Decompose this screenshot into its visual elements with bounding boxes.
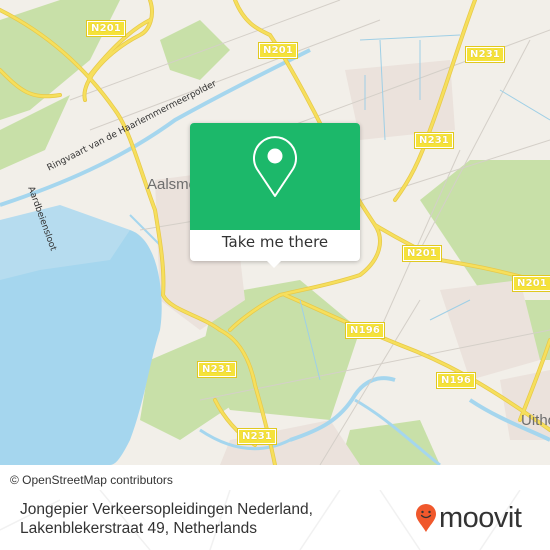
road-shield-n231: N231 — [464, 46, 506, 63]
moovit-logo[interactable]: moovit — [415, 502, 522, 534]
road-shield-n201: N201 — [85, 20, 127, 37]
moovit-wordmark: moovit — [439, 502, 522, 534]
location-address: Jongepier Verkeersopleidingen Nederland,… — [20, 500, 313, 538]
road-shield-n201: N201 — [511, 275, 550, 292]
popup-header — [190, 123, 360, 230]
road-shield-n231: N231 — [413, 132, 455, 149]
address-line-1: Jongepier Verkeersopleidingen Nederland, — [20, 501, 313, 518]
take-me-there-popup[interactable]: Take me there — [190, 123, 360, 268]
road-shield-n201: N201 — [401, 245, 443, 262]
moovit-pin-icon — [416, 504, 436, 532]
road-shield-n231: N231 — [236, 428, 278, 445]
road-shield-n196: N196 — [435, 372, 477, 389]
take-me-there-button[interactable]: Take me there — [190, 233, 360, 251]
road-shield-n201: N201 — [257, 42, 299, 59]
place-label-uithoorn: Uithoorn — [521, 412, 550, 429]
address-line-2: Lakenblekerstraat 49, Netherlands — [20, 520, 257, 537]
map-pin-icon — [253, 136, 297, 197]
popup-pointer — [266, 260, 282, 268]
road-shield-n231: N231 — [196, 361, 238, 378]
osm-attribution[interactable]: © OpenStreetMap contributors — [0, 470, 183, 490]
road-shield-n196: N196 — [344, 322, 386, 339]
